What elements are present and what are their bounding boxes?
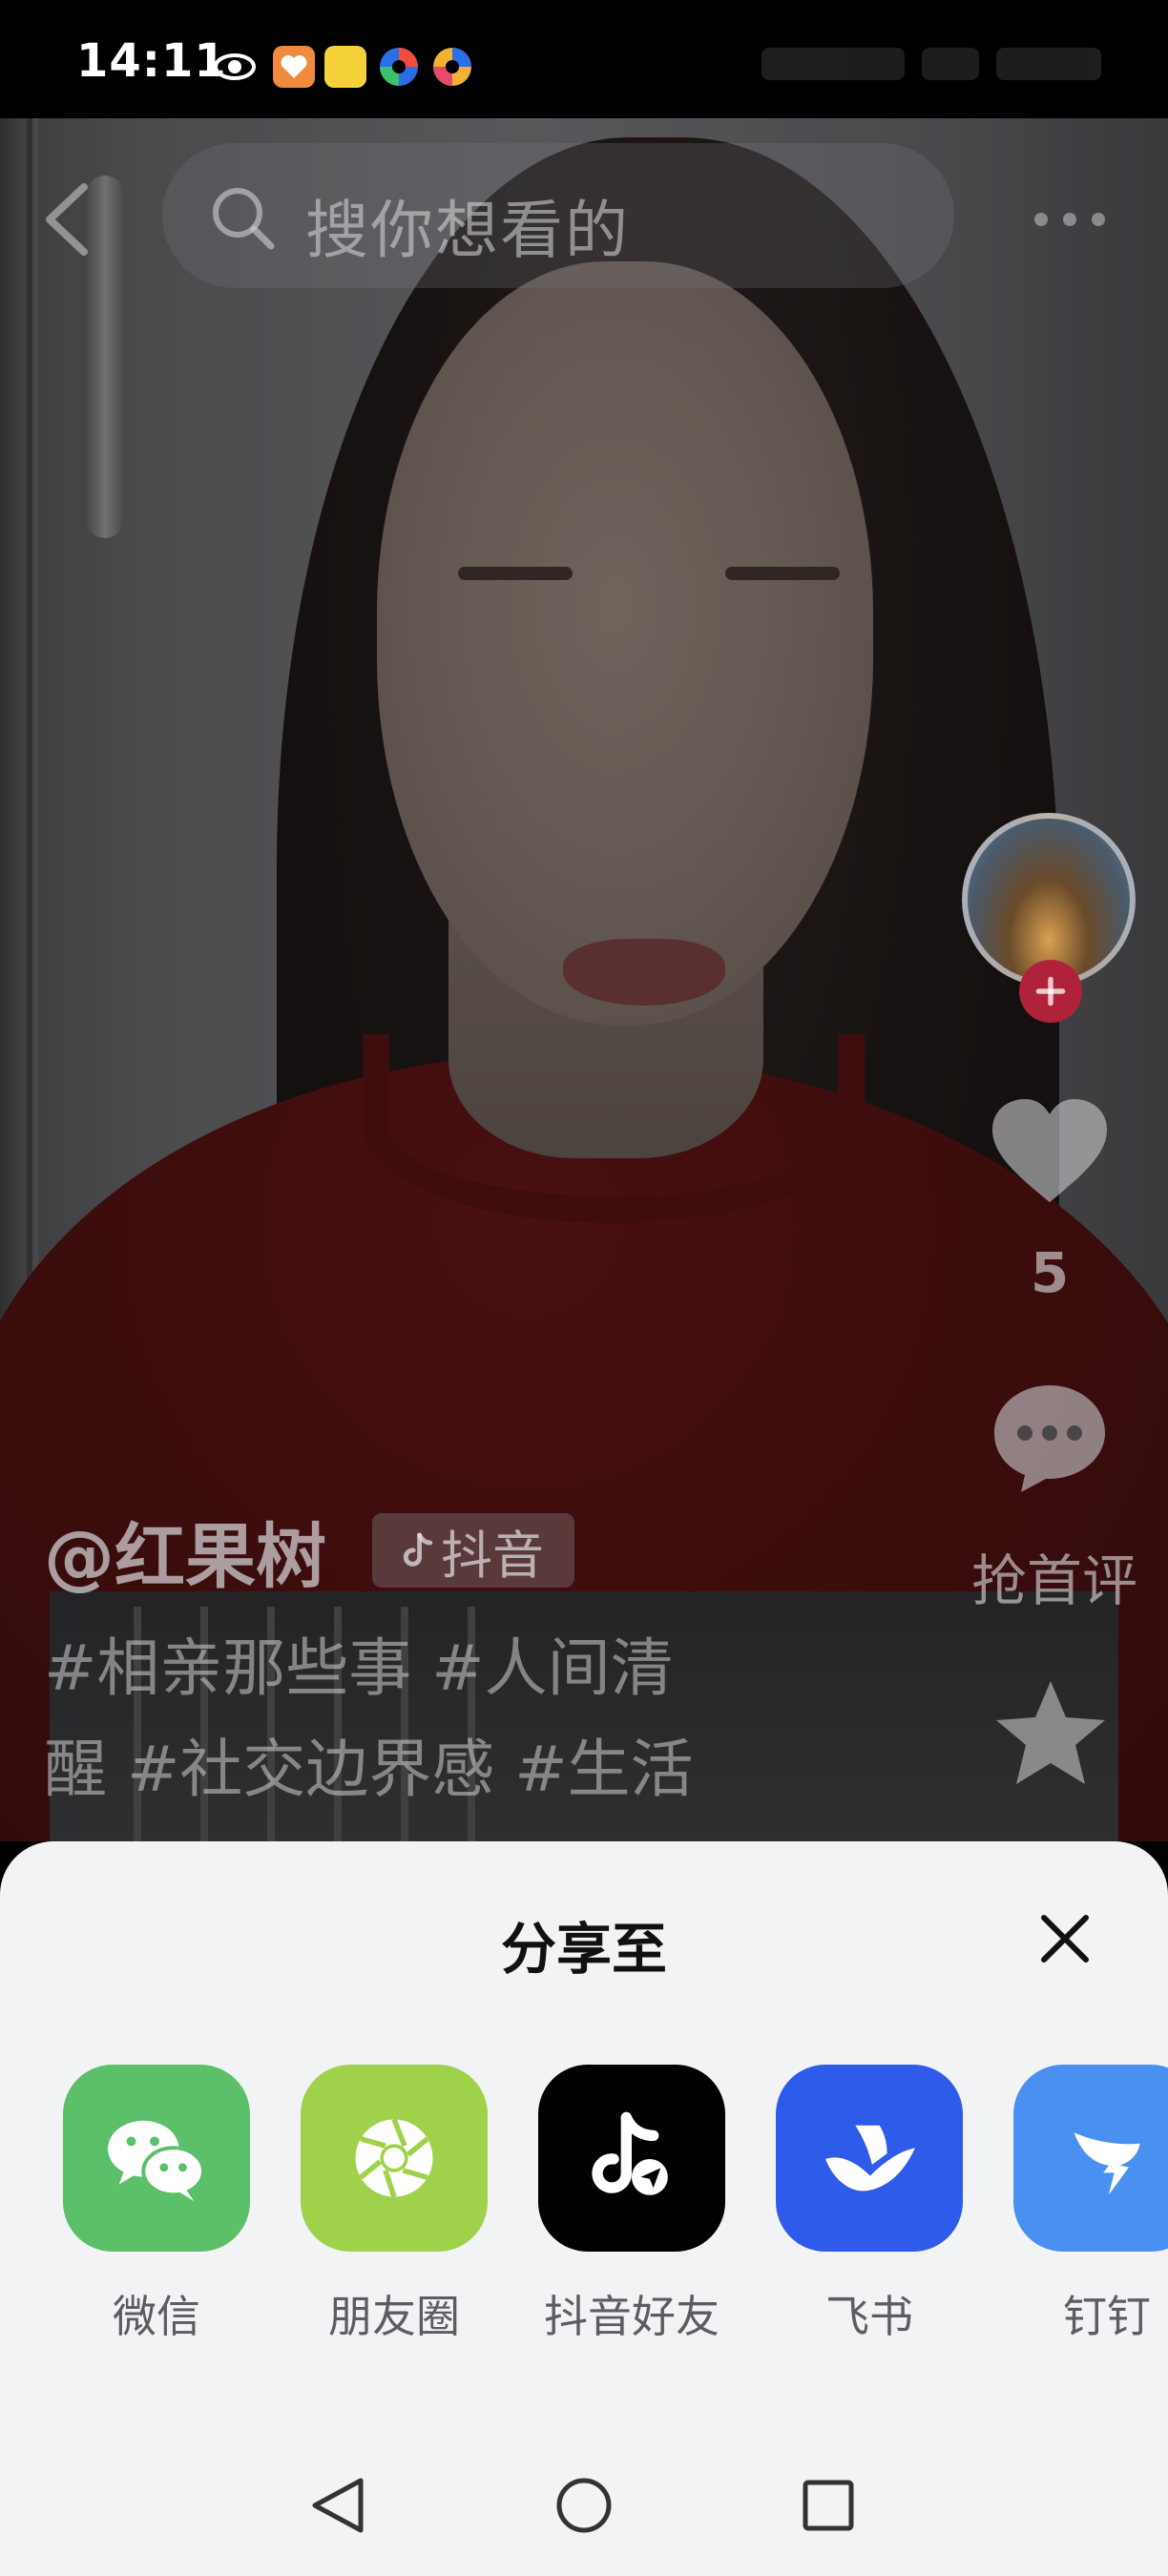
hashtags-line: #相亲那些事 #人间清 [44,1631,674,1705]
video-hashtags[interactable]: #相亲那些事 #人间清 醒 #社交边界感 #生活 [44,1618,788,1820]
more-options-icon[interactable] [1029,191,1111,248]
share-target-label: 钉钉 [1063,2291,1151,2342]
share-target-dingtalk[interactable]: 钉钉 [1013,2065,1168,2345]
app-notification-icon [324,46,366,88]
star-icon[interactable] [992,1675,1109,1792]
share-target-label: 飞书 [825,2291,913,2342]
app-screen: 14:11 搜你想看的 5 抢首评 @红果树 抖音 #相亲那些事 #人间清 醒 … [0,0,1168,2576]
search-icon [213,188,275,250]
heart-icon[interactable] [989,1095,1111,1208]
back-button[interactable] [38,181,95,258]
colorful-app-icon [433,48,471,86]
share-target-label: 抖音好友 [544,2291,720,2342]
system-navigation-bar [0,2442,1168,2576]
close-icon[interactable] [1031,1904,1099,1973]
plus-icon [1035,976,1066,1007]
search-bar[interactable]: 搜你想看的 [162,143,954,288]
share-target-moments[interactable]: 朋友圈 [301,2065,488,2345]
status-system-icons [739,42,1101,86]
music-note-icon [403,1532,433,1567]
douyin-source-tag[interactable]: 抖音 [372,1513,574,1588]
share-target-label: 微信 [113,2291,200,2342]
eye-icon [214,53,256,80]
moments-icon [301,2065,488,2252]
nav-back-icon[interactable] [302,2467,378,2544]
share-target-wechat[interactable]: 微信 [63,2065,250,2345]
wechat-icon [63,2065,250,2252]
share-target-douyin-friends[interactable]: 抖音好友 [538,2065,725,2345]
author-name[interactable]: @红果树 [44,1500,326,1602]
comment-label: 抢首评 [970,1548,1137,1613]
hashtags-line: 醒 #社交边界感 #生活 [44,1733,694,1806]
feishu-icon [776,2065,963,2252]
like-count: 5 [1030,1240,1070,1305]
share-sheet-title: 分享至 [500,1917,667,1982]
status-bar: 14:11 [0,0,1168,118]
heart-app-icon [273,46,315,88]
share-target-label: 朋友圈 [328,2291,460,2342]
comment-icon[interactable] [989,1378,1111,1496]
colorful-app-icon [380,48,418,86]
douyin-icon [538,2065,725,2252]
dingtalk-icon [1013,2065,1168,2252]
source-tag-label: 抖音 [441,1525,544,1586]
status-time: 14:11 [76,34,227,88]
share-target-feishu[interactable]: 飞书 [776,2065,963,2345]
follow-button[interactable] [1019,960,1082,1023]
search-placeholder: 搜你想看的 [305,194,630,267]
nav-recents-icon[interactable] [790,2467,866,2544]
nav-home-icon[interactable] [546,2467,622,2544]
